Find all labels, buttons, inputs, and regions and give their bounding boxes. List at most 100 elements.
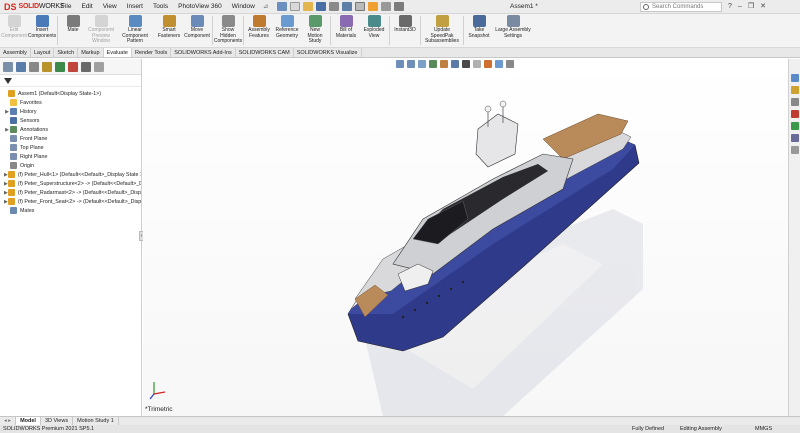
display-manager-tab-icon[interactable] <box>55 61 65 72</box>
linear-pattern-icon <box>128 15 142 27</box>
configuration-manager-tab-icon[interactable] <box>29 61 39 72</box>
tree-item[interactable]: ▶ History <box>0 107 141 116</box>
ribbon-edit-component-button[interactable]: Edit Component <box>0 14 28 47</box>
search-placeholder: Search Commands <box>652 4 704 10</box>
close-icon[interactable]: ✕ <box>760 0 766 14</box>
tree-item-label: (f) Peter_Hull<1> (Default<<Default>_Dis… <box>17 171 141 178</box>
ribbon-smart-fasteners-button[interactable]: Smart Fasteners <box>155 14 183 47</box>
tab-layout[interactable]: Layout <box>31 48 55 57</box>
unit-system[interactable]: MMGS <box>755 425 772 433</box>
tab-solidworks-visualize[interactable]: SOLIDWORKS Visualize <box>294 48 362 57</box>
tab-motion-study[interactable]: Motion Study 1 <box>73 417 119 425</box>
ribbon-component-preview-button[interactable]: Component Preview Window <box>87 14 115 47</box>
select-cursor-icon[interactable] <box>355 2 366 11</box>
tab-solidworks-add-ins[interactable]: SOLIDWORKS Add-Ins <box>171 48 236 57</box>
ribbon-show-hidden-button[interactable]: Show Hidden Components <box>214 14 242 47</box>
ribbon-snapshot-button[interactable]: Take Snapshot <box>465 14 493 47</box>
open-folder-icon[interactable] <box>303 2 314 11</box>
rebuild-icon[interactable] <box>368 2 379 11</box>
minimize-icon[interactable]: – <box>738 0 742 14</box>
tree-item[interactable]: Top Plane <box>0 143 141 152</box>
tree-item-label: Assem1 (Default<Display State-1>) <box>18 90 102 97</box>
property-manager-tab-icon[interactable] <box>16 61 26 72</box>
solidworks-logo[interactable]: DS SOLIDWORKS <box>0 2 65 12</box>
ribbon-reference-geometry-button[interactable]: Reference Geometry <box>273 14 301 47</box>
tab-nav-arrows[interactable]: ◂ ▸ <box>0 417 17 425</box>
tree-filter[interactable] <box>0 75 141 87</box>
ribbon-move-component-button[interactable]: Move Component <box>183 14 211 47</box>
menu-edit[interactable]: Edit <box>76 0 97 14</box>
ribbon-assembly-features-button[interactable]: Assembly Features <box>245 14 273 47</box>
ribbon-exploded-view-button[interactable]: Exploded View <box>360 14 388 47</box>
tab-sketch[interactable]: Sketch <box>54 48 79 57</box>
tab-model[interactable]: Model <box>16 417 41 425</box>
ribbon-instant3d-button[interactable]: Instant3D <box>391 14 419 47</box>
tree-item[interactable]: Favorites <box>0 98 141 107</box>
file-explorer-icon[interactable] <box>790 98 799 106</box>
tab-markup[interactable]: Markup <box>78 48 104 57</box>
restore-icon[interactable]: ❐ <box>748 0 754 14</box>
tree-item[interactable]: ▶ Annotations <box>0 125 141 134</box>
new-document-icon[interactable] <box>290 2 301 11</box>
appearance-tab-icon[interactable] <box>68 61 78 72</box>
file-properties-icon[interactable] <box>381 2 392 11</box>
tree-item[interactable]: ▶ (f) Peter_Front_Seat<2> -> (Default<<De… <box>0 197 141 206</box>
model-tabs-bar: ◂ ▸ Model 3D Views Motion Study 1 <box>0 416 800 425</box>
tab-evaluate[interactable]: Evaluate <box>103 48 132 57</box>
menu-tools[interactable]: Tools <box>148 0 173 14</box>
help-icon[interactable]: ? <box>728 0 732 14</box>
ribbon-insert-components-button[interactable]: Insert Components <box>28 14 56 47</box>
tab-assembly[interactable]: Assembly <box>0 48 31 57</box>
cam-tab-icon[interactable] <box>81 61 91 72</box>
ribbon-large-assembly-button[interactable]: Large Assembly Settings <box>493 14 533 47</box>
view-palette-icon[interactable] <box>790 110 799 118</box>
menu-view[interactable]: View <box>98 0 122 14</box>
tree-item[interactable]: Assem1 (Default<Display State-1>) <box>0 89 141 98</box>
tab-solidworks-cam[interactable]: SOLIDWORKS CAM <box>236 48 294 57</box>
history-icon <box>10 108 17 115</box>
tree-item[interactable]: Front Plane <box>0 134 141 143</box>
ribbon-button-label: New Motion Study <box>307 27 323 45</box>
menu-insert[interactable]: Insert <box>122 0 148 14</box>
yacht-model-render[interactable] <box>143 59 788 416</box>
tree-item[interactable]: Origin <box>0 161 141 170</box>
panel-more-icon[interactable] <box>94 61 104 72</box>
ribbon-speedpak-button[interactable]: Update SpeedPak Subassemblies <box>422 14 462 47</box>
ribbon-button-label: Reference Geometry <box>275 27 299 39</box>
menu-window[interactable]: Window <box>227 0 260 14</box>
tree-item[interactable]: ▶ (f) Peter_Superstructure<2> -> (Default… <box>0 179 141 188</box>
search-commands-input[interactable]: Search Commands <box>640 2 722 12</box>
solidworks-forum-icon[interactable] <box>790 146 799 154</box>
save-icon[interactable] <box>316 2 327 11</box>
dimxpert-tab-icon[interactable] <box>42 61 52 72</box>
menu-file[interactable]: File <box>56 0 76 14</box>
solidworks-resources-icon[interactable] <box>790 74 799 82</box>
tree-item[interactable]: ▶ (f) Peter_Radarmast<2> -> (Default<<Def… <box>0 188 141 197</box>
ribbon-mate-button[interactable]: Mate <box>59 14 87 47</box>
menu-photoview[interactable]: PhotoView 360 <box>173 0 227 14</box>
design-library-icon[interactable] <box>790 86 799 94</box>
pin-icon[interactable]: ⊿ <box>260 0 271 14</box>
appearances-scenes-icon[interactable] <box>790 122 799 130</box>
print-icon[interactable] <box>329 2 340 11</box>
large-assembly-icon <box>506 15 520 27</box>
tab-3d-views[interactable]: 3D Views <box>41 417 74 425</box>
tab-render-tools[interactable]: Render Tools <box>132 48 172 57</box>
graphics-area[interactable]: *Trimetric <box>143 59 788 416</box>
custom-properties-icon[interactable] <box>790 134 799 142</box>
ribbon-button-label: Large Assembly Settings <box>495 27 531 39</box>
tree-item[interactable]: ▶ (f) Peter_Hull<1> (Default<<Default>_Di… <box>0 170 141 179</box>
task-pane <box>788 59 800 416</box>
ribbon-motion-study-button[interactable]: New Motion Study <box>301 14 329 47</box>
home-icon[interactable] <box>277 2 288 11</box>
tree-item[interactable]: Right Plane <box>0 152 141 161</box>
ribbon-bom-button[interactable]: Bill of Materials <box>332 14 360 47</box>
ribbon-linear-pattern-button[interactable]: Linear Component Pattern <box>115 14 155 47</box>
tree-item[interactable]: Sensors <box>0 116 141 125</box>
tree-item[interactable]: Mates <box>0 206 141 215</box>
radar-mast <box>475 113 519 168</box>
motion-study-icon <box>308 15 322 27</box>
feature-manager-tab-icon[interactable] <box>3 61 13 72</box>
options-gear-icon[interactable] <box>394 2 405 11</box>
undo-icon[interactable] <box>342 2 353 11</box>
